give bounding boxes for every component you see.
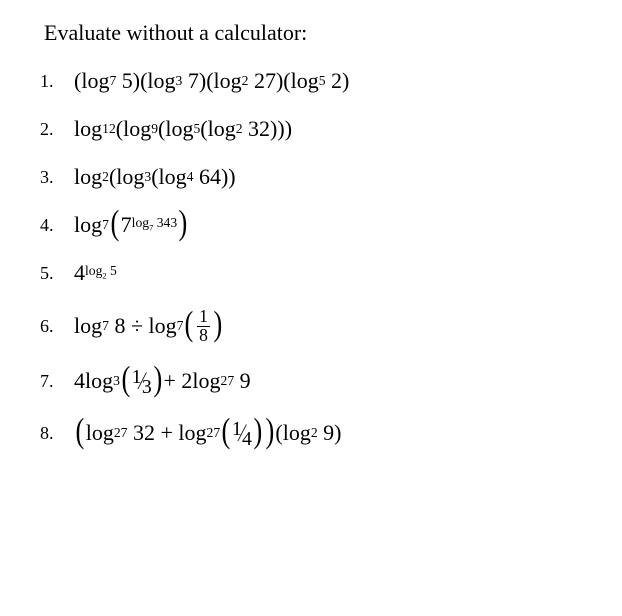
list-item: 8. (log27 32 + log27(1⁄4))(log2 9) [40,418,582,448]
item-number: 2. [40,119,74,140]
expression: log2(log3(log4 64)) [74,164,236,190]
item-number: 4. [40,215,74,236]
list-item: 5. 4log2 5 [40,260,582,286]
page-title: Evaluate without a calculator: [44,20,582,46]
list-item: 4. log7(7log7 343) [40,212,582,238]
fraction-1-4: 1⁄4 [232,418,252,448]
expression: log7(7log7 343) [74,212,189,238]
item-number: 1. [40,71,74,92]
item-number: 5. [40,263,74,284]
problem-list: 1. (log7 5)(log3 7)(log2 27)(log5 2) 2. … [40,68,582,448]
list-item: 1. (log7 5)(log3 7)(log2 27)(log5 2) [40,68,582,94]
expression: (log7 5)(log3 7)(log2 27)(log5 2) [74,68,349,94]
expression: (log27 32 + log27(1⁄4))(log2 9) [74,418,341,448]
list-item: 3. log2(log3(log4 64)) [40,164,582,190]
fraction-1-8: 18 [197,308,210,344]
item-number: 3. [40,167,74,188]
expression: 4log3(1⁄3)+ 2log27 9 [74,366,251,396]
list-item: 7. 4log3(1⁄3)+ 2log27 9 [40,366,582,396]
expression: 4log2 5 [74,260,117,286]
item-number: 7. [40,371,74,392]
expression: log12(log9(log5(log2 32))) [74,116,292,142]
list-item: 6. log7 8 ÷ log7(18) [40,308,582,344]
item-number: 6. [40,316,74,337]
item-number: 8. [40,423,74,444]
list-item: 2. log12(log9(log5(log2 32))) [40,116,582,142]
fraction-1-3: 1⁄3 [132,366,152,396]
expression: log7 8 ÷ log7(18) [74,308,224,344]
